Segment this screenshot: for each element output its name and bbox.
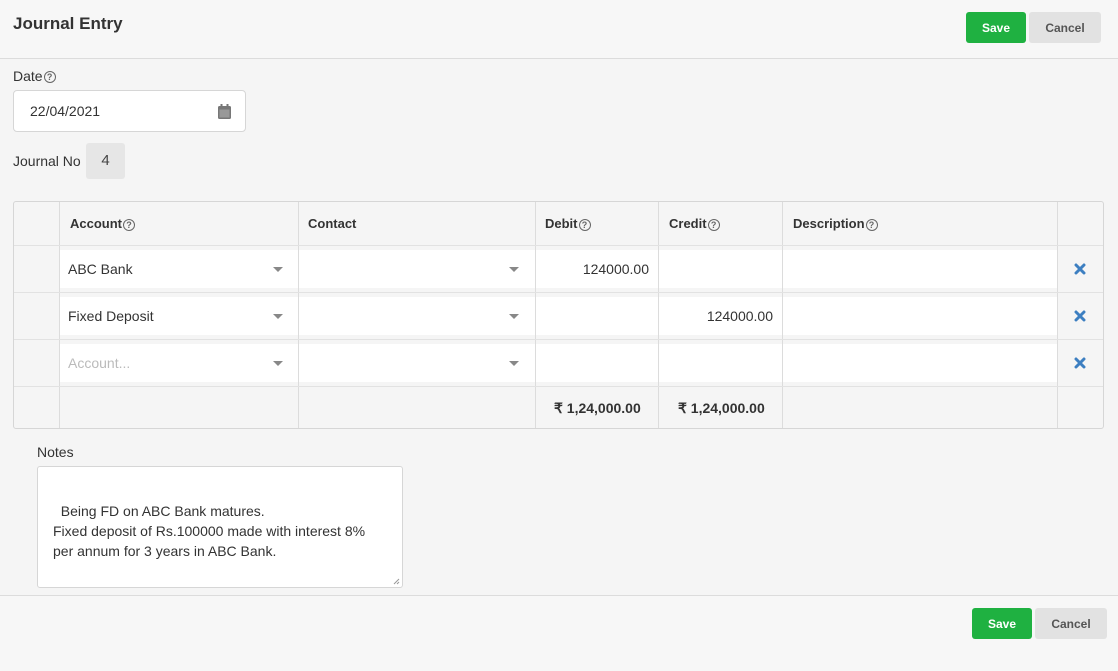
caret-down-icon[interactable] [509, 314, 519, 319]
resize-handle-icon[interactable] [393, 578, 400, 585]
help-icon[interactable]: ? [865, 218, 878, 231]
date-value: 22/04/2021 [30, 103, 101, 119]
column-header-debit: Debit? [545, 216, 591, 231]
caret-down-icon[interactable] [509, 361, 519, 366]
row-divider [14, 386, 1103, 387]
save-button[interactable]: Save [972, 608, 1032, 639]
help-icon[interactable]: ? [43, 71, 56, 84]
top-bar: Journal Entry Save Cancel [0, 0, 1118, 59]
page-title: Journal Entry [13, 14, 123, 33]
caret-down-icon[interactable] [273, 267, 283, 272]
column-header-account: Account? [70, 216, 135, 231]
contact-select[interactable] [299, 344, 535, 382]
column-header-debit-label: Debit [545, 216, 578, 231]
caret-down-icon[interactable] [273, 361, 283, 366]
cancel-button[interactable]: Cancel [1035, 608, 1107, 639]
close-icon[interactable] [1074, 263, 1086, 275]
journal-lines-table: Account? Contact Debit? Credit? Descript… [13, 201, 1104, 429]
credit-input[interactable] [659, 250, 782, 288]
debit-input[interactable] [536, 297, 658, 335]
description-input[interactable] [783, 250, 1057, 288]
calendar-icon[interactable] [218, 104, 231, 119]
description-input[interactable] [783, 344, 1057, 382]
help-icon[interactable]: ? [707, 218, 720, 231]
column-header-credit-label: Credit [669, 216, 707, 231]
caret-down-icon[interactable] [273, 314, 283, 319]
save-button[interactable]: Save [966, 12, 1026, 43]
debit-input[interactable] [536, 344, 658, 382]
account-select[interactable]: Account... [60, 344, 298, 382]
column-header-description-label: Description [793, 216, 865, 231]
debit-total: ₹ 1,24,000.00 [554, 400, 641, 416]
column-header-credit: Credit? [669, 216, 720, 231]
account-value: ABC Bank [68, 261, 133, 277]
contact-select[interactable] [299, 297, 535, 335]
account-value: Fixed Deposit [68, 308, 154, 324]
debit-value: 124000.00 [582, 261, 649, 277]
account-select[interactable]: ABC Bank [60, 250, 298, 288]
notes-label: Notes [37, 444, 74, 460]
credit-value: 124000.00 [706, 308, 773, 324]
close-icon[interactable] [1074, 310, 1086, 322]
date-label-text: Date [13, 68, 43, 84]
notes-text: Being FD on ABC Bank matures. Fixed depo… [53, 503, 366, 559]
credit-input[interactable] [659, 344, 782, 382]
notes-textarea[interactable]: Being FD on ABC Bank matures. Fixed depo… [37, 466, 403, 588]
bottom-bar: Save Cancel [0, 595, 1118, 671]
help-icon[interactable]: ? [123, 218, 135, 231]
date-label: Date? [13, 68, 56, 84]
account-select[interactable]: Fixed Deposit [60, 297, 298, 335]
account-placeholder: Account... [68, 355, 131, 371]
row-divider [14, 292, 1103, 293]
column-header-description: Description? [793, 216, 878, 231]
column-divider [1057, 202, 1058, 428]
credit-total: ₹ 1,24,000.00 [678, 400, 765, 416]
journal-no-value: 4 [86, 143, 125, 179]
column-header-account-label: Account [70, 216, 122, 231]
close-icon[interactable] [1074, 357, 1086, 369]
date-field[interactable]: 22/04/2021 [13, 90, 246, 132]
column-header-contact: Contact [308, 216, 357, 231]
caret-down-icon[interactable] [509, 267, 519, 272]
debit-input[interactable]: 124000.00 [536, 250, 658, 288]
row-divider [14, 339, 1103, 340]
credit-input[interactable]: 124000.00 [659, 297, 782, 335]
contact-select[interactable] [299, 250, 535, 288]
description-input[interactable] [783, 297, 1057, 335]
row-divider [14, 245, 1103, 246]
cancel-button[interactable]: Cancel [1029, 12, 1101, 43]
journal-no-label: Journal No [13, 153, 81, 169]
help-icon[interactable]: ? [578, 218, 591, 231]
